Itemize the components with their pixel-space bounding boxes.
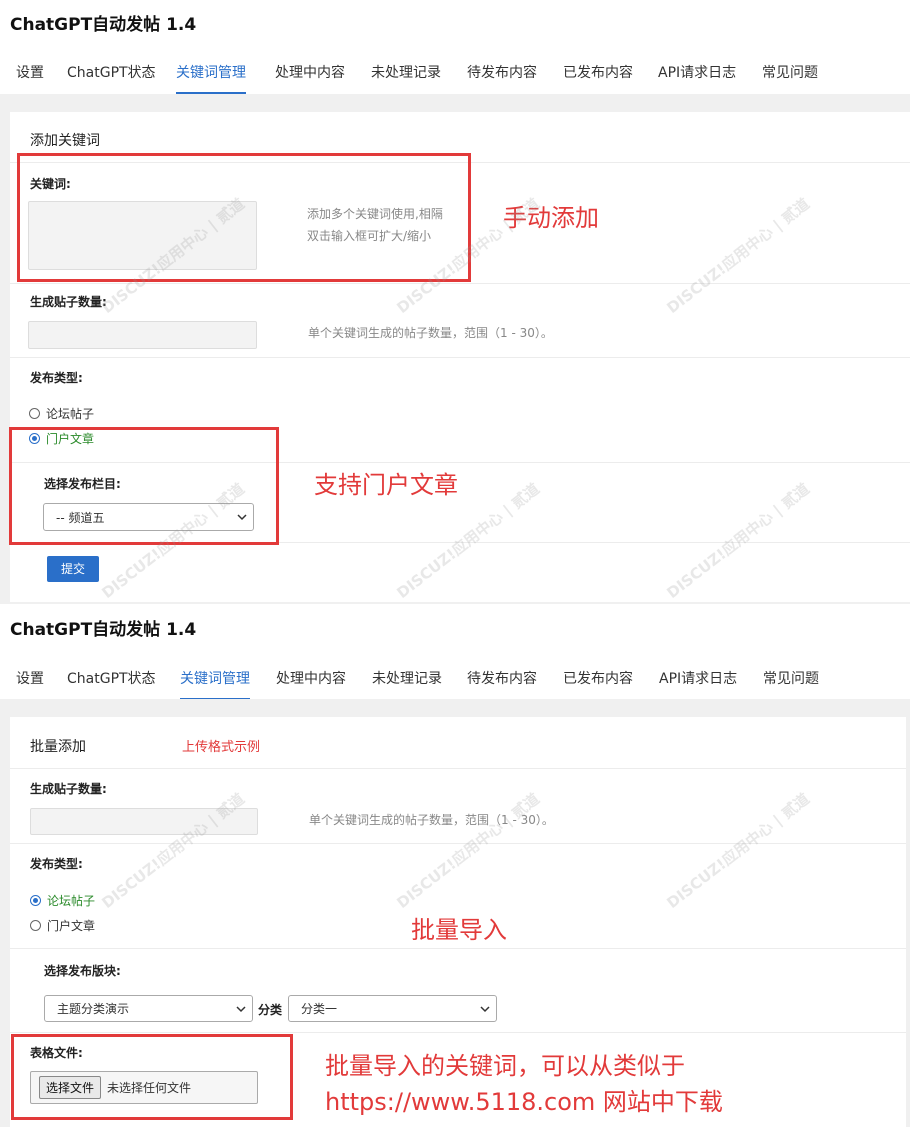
- category-label: 分类: [258, 1003, 283, 1017]
- annotation-desc-line-1: 批量导入的关键词，可以从类似于: [325, 1052, 685, 1080]
- tab-settings[interactable]: 设置: [16, 664, 44, 700]
- bulk-count-label: 生成贴子数量:: [30, 782, 107, 796]
- tab-chatgpt-status[interactable]: ChatGPT状态: [67, 58, 156, 94]
- tab-keyword-management[interactable]: 关键词管理: [176, 58, 246, 94]
- submit-button[interactable]: 提交: [47, 556, 99, 582]
- bottom-section-title: 批量添加: [30, 739, 86, 755]
- top-app-title: ChatGPT自动发帖 1.4: [10, 15, 197, 35]
- radio-icon: [30, 920, 41, 931]
- bulk-radio-forum-post[interactable]: 论坛帖子: [30, 892, 95, 909]
- type-label: 发布类型:: [30, 371, 83, 385]
- tab-chatgpt-status[interactable]: ChatGPT状态: [67, 664, 156, 700]
- count-hint: 单个关键词生成的帖子数量，范围（1 - 30）。: [308, 326, 553, 340]
- annotation-box-manual: [17, 153, 471, 282]
- tab-keyword-management[interactable]: 关键词管理: [180, 664, 250, 700]
- count-label: 生成贴子数量:: [30, 295, 107, 309]
- radio-icon: [30, 895, 41, 906]
- tab-settings[interactable]: 设置: [16, 58, 44, 94]
- annotation-portal-support: 支持门户文章: [314, 471, 458, 499]
- category-select-value: 分类一: [301, 1002, 338, 1016]
- annotation-desc-line-2: https://www.5118.com 网站中下载: [325, 1088, 723, 1116]
- bulk-count-hint: 单个关键词生成的帖子数量，范围（1 - 30）。: [309, 813, 554, 827]
- tab-published[interactable]: 已发布内容: [563, 58, 633, 94]
- tab-processing[interactable]: 处理中内容: [276, 664, 346, 700]
- bulk-radio-forum-label: 论坛帖子: [47, 894, 96, 908]
- bulk-radio-portal-article[interactable]: 门户文章: [30, 917, 95, 934]
- bulk-count-input[interactable]: [30, 808, 258, 835]
- tab-api-log[interactable]: API请求日志: [658, 58, 736, 94]
- count-input[interactable]: [28, 321, 257, 349]
- annotation-batch-import: 批量导入: [411, 916, 507, 944]
- bottom-app-title: ChatGPT自动发帖 1.4: [10, 620, 197, 640]
- board-select[interactable]: 主题分类演示: [44, 995, 253, 1022]
- radio-forum-post[interactable]: 论坛帖子: [29, 405, 94, 422]
- bulk-type-label: 发布类型:: [30, 857, 83, 871]
- annotation-box-portal: [9, 427, 279, 545]
- chevron-down-icon: [236, 1005, 246, 1012]
- tab-api-log[interactable]: API请求日志: [659, 664, 737, 700]
- tab-pending[interactable]: 待发布内容: [467, 58, 537, 94]
- tab-faq[interactable]: 常见问题: [763, 664, 819, 700]
- tab-unprocessed[interactable]: 未处理记录: [372, 664, 442, 700]
- divider: [10, 768, 906, 769]
- board-select-value: 主题分类演示: [57, 1002, 130, 1016]
- top-section-title: 添加关键词: [30, 133, 100, 149]
- tab-processing[interactable]: 处理中内容: [275, 58, 345, 94]
- divider: [10, 948, 906, 949]
- tab-pending[interactable]: 待发布内容: [467, 664, 537, 700]
- bulk-radio-portal-label: 门户文章: [47, 919, 96, 933]
- annotation-box-file: [11, 1034, 293, 1120]
- format-example-link[interactable]: 上传格式示例: [182, 736, 260, 755]
- radio-icon: [29, 408, 40, 419]
- chevron-down-icon: [480, 1005, 490, 1012]
- divider: [10, 357, 910, 358]
- board-label: 选择发布版块:: [44, 964, 121, 978]
- radio-forum-label: 论坛帖子: [46, 407, 95, 421]
- tab-unprocessed[interactable]: 未处理记录: [371, 58, 441, 94]
- tab-faq[interactable]: 常见问题: [762, 58, 818, 94]
- divider: [10, 1032, 906, 1033]
- annotation-manual-add: 手动添加: [503, 204, 599, 232]
- divider: [10, 283, 910, 284]
- divider: [10, 843, 906, 844]
- tab-published[interactable]: 已发布内容: [563, 664, 633, 700]
- category-select[interactable]: 分类一: [288, 995, 497, 1022]
